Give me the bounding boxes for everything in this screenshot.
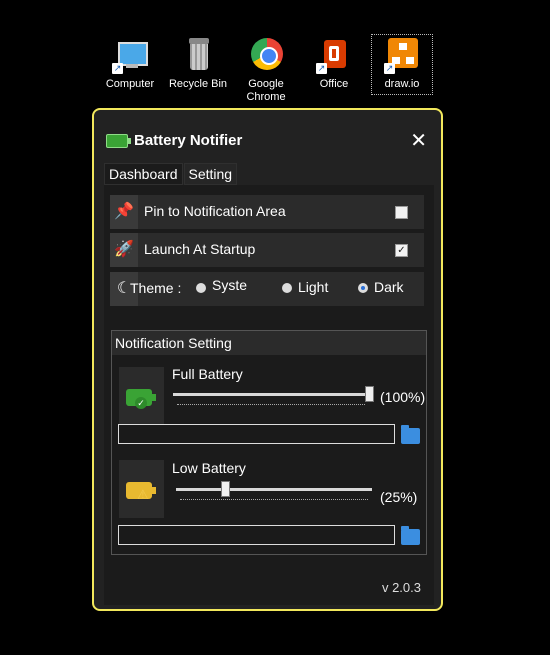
full-battery-sound-path[interactable] xyxy=(118,424,395,444)
theme-system-radio[interactable] xyxy=(196,283,206,293)
drawio-icon: ↗ xyxy=(382,38,422,74)
chrome-desktop-icon[interactable]: Google Chrome xyxy=(236,38,296,104)
notification-setting-title: Notification Setting xyxy=(112,331,426,355)
full-battery-label: Full Battery xyxy=(172,366,243,382)
low-battery-slider-track xyxy=(176,488,372,491)
low-battery-sound-path[interactable] xyxy=(118,525,395,545)
tab-setting[interactable]: Setting xyxy=(183,163,238,185)
theme-light-label: Light xyxy=(298,279,329,295)
close-button[interactable]: ✕ xyxy=(410,128,427,153)
computer-desktop-icon[interactable]: ↗ Computer xyxy=(100,38,160,91)
startup-checkbox[interactable]: ✓ xyxy=(395,244,408,257)
settings-panel: 📌 Pin to Notification Area 🚀 Launch At S… xyxy=(104,185,434,605)
full-battery-percent: (100%) xyxy=(380,389,426,405)
startup-label: Launch At Startup xyxy=(144,241,256,257)
notification-setting-group: Notification Setting ✓ Full Battery (100… xyxy=(111,330,427,555)
recycle-bin-icon xyxy=(178,38,218,74)
tab-bar: Dashboard Setting xyxy=(104,163,238,185)
full-battery-slider[interactable] xyxy=(365,386,374,402)
theme-setting-row: ☾ Theme : Syste Light Dark xyxy=(110,272,424,306)
full-battery-folder-icon[interactable] xyxy=(401,425,420,444)
check-icon: ✓ xyxy=(135,397,147,409)
battery-notifier-window: Battery Notifier ✕ Dashboard Setting 📌 P… xyxy=(92,108,443,611)
window-title: Battery Notifier xyxy=(134,132,243,149)
recycle-bin-desktop-icon[interactable]: Recycle Bin xyxy=(168,38,228,91)
rocket-icon: 🚀 xyxy=(110,233,138,267)
pin-setting-row: 📌 Pin to Notification Area xyxy=(110,195,424,229)
title-bar[interactable]: Battery Notifier ✕ xyxy=(94,110,441,166)
full-battery-slider-ticks xyxy=(177,404,365,407)
chrome-icon xyxy=(246,38,286,74)
low-battery-percent: (25%) xyxy=(380,489,418,505)
low-battery-slider[interactable] xyxy=(221,481,230,497)
full-battery-slider-track xyxy=(173,393,369,396)
theme-dark-label: Dark xyxy=(374,279,404,295)
theme-system-label: Syste xyxy=(212,277,248,293)
warning-icon: ⚠ xyxy=(137,487,149,502)
low-battery-slider-ticks xyxy=(180,499,368,502)
theme-light-radio[interactable] xyxy=(282,283,292,293)
low-battery-folder-icon[interactable] xyxy=(401,526,420,545)
full-battery-icon: ✓ xyxy=(119,367,164,425)
pin-checkbox[interactable] xyxy=(395,206,408,219)
theme-dark-radio[interactable] xyxy=(358,283,368,293)
low-battery-label: Low Battery xyxy=(172,460,246,476)
startup-setting-row: 🚀 Launch At Startup ✓ xyxy=(110,233,424,267)
version-label: v 2.0.3 xyxy=(381,580,421,595)
pushpin-icon: 📌 xyxy=(110,195,138,229)
office-desktop-icon[interactable]: ↗ Office xyxy=(304,38,364,91)
computer-icon: ↗ xyxy=(110,38,150,74)
office-icon: ↗ xyxy=(314,38,354,74)
tab-dashboard[interactable]: Dashboard xyxy=(104,163,183,185)
theme-label: Theme : xyxy=(130,280,182,296)
battery-app-icon xyxy=(106,134,131,148)
drawio-desktop-icon[interactable]: ↗ draw.io xyxy=(371,34,433,95)
pin-label: Pin to Notification Area xyxy=(144,203,286,219)
low-battery-icon: ⚠ xyxy=(119,460,164,518)
